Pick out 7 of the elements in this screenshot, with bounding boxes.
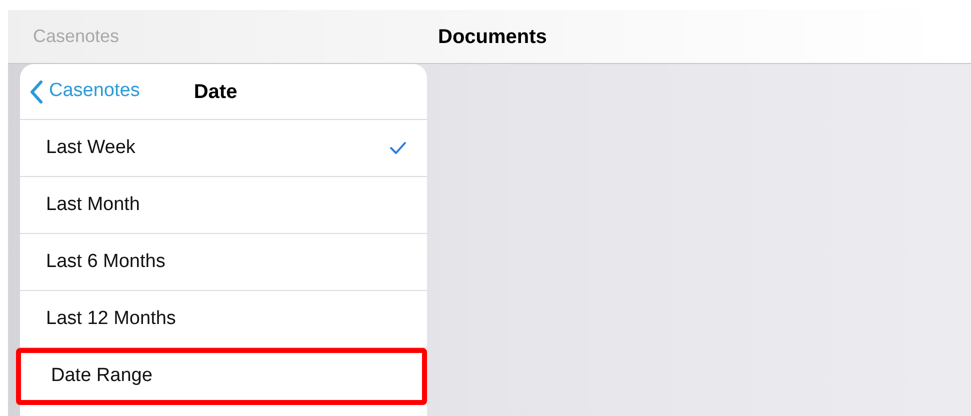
menu-item[interactable]: Last 6 Months [20,234,427,291]
chevron-left-icon [29,80,43,104]
window-title: Documents [438,24,547,50]
menu-item[interactable]: Date Range [16,348,427,405]
menu-item[interactable]: Last Week [20,120,427,177]
popover-title: Date [194,80,238,104]
menu-item[interactable]: Last Month [20,177,427,234]
